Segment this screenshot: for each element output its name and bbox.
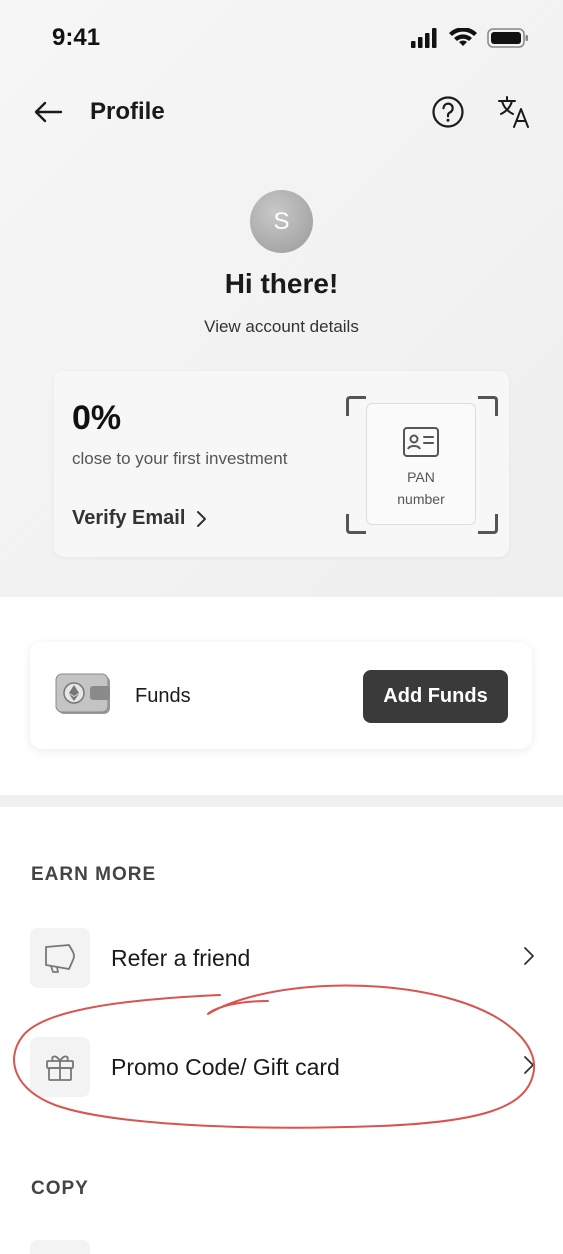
view-account-details-link[interactable]: View account details — [0, 317, 563, 337]
status-bar: 9:41 — [0, 0, 563, 80]
add-funds-button[interactable]: Add Funds — [363, 670, 508, 723]
wifi-icon — [449, 28, 477, 46]
app-header: Profile — [0, 88, 563, 138]
earn-more-heading: EARN MORE — [31, 864, 157, 885]
id-card-icon — [403, 427, 439, 457]
chevron-right-icon — [524, 1056, 534, 1074]
row-icon-container — [30, 928, 90, 988]
gift-icon — [46, 1055, 74, 1081]
translate-icon — [498, 96, 529, 128]
chevron-right-icon — [197, 510, 207, 527]
status-time: 9:41 — [52, 24, 101, 51]
row-icon-container — [30, 1037, 90, 1097]
megaphone-icon — [45, 944, 75, 973]
funds-card: Funds Add Funds — [30, 642, 532, 749]
section-divider — [0, 795, 563, 807]
refer-friend-item[interactable]: Refer a friend — [30, 928, 535, 990]
promo-code-item[interactable]: Promo Code/ Gift card — [30, 1037, 535, 1099]
back-button[interactable] — [30, 94, 66, 130]
help-button[interactable] — [430, 94, 466, 130]
scan-corner — [478, 514, 498, 534]
signal-icon — [411, 28, 437, 48]
scan-corner — [478, 396, 498, 416]
avatar[interactable]: S — [250, 190, 313, 253]
help-icon — [432, 96, 464, 128]
scan-corner — [346, 514, 366, 534]
battery-icon — [487, 28, 528, 48]
copy-heading: COPY — [31, 1178, 89, 1199]
funds-label: Funds — [135, 685, 191, 707]
verify-email-link[interactable]: Verify Email — [72, 507, 207, 530]
scan-corner — [346, 396, 366, 416]
row-icon-container — [30, 1240, 90, 1254]
pan-scan-frame[interactable]: PAN number — [346, 396, 498, 534]
status-icons — [411, 28, 529, 48]
page-title: Profile — [90, 98, 165, 125]
verify-email-label: Verify Email — [72, 507, 186, 529]
promo-code-label: Promo Code/ Gift card — [111, 1054, 340, 1080]
language-button[interactable] — [496, 94, 532, 130]
progress-percent: 0% — [72, 399, 122, 437]
progress-subtitle: close to your first investment — [72, 449, 288, 468]
onboarding-progress-card: 0% close to your first investment Verify… — [54, 371, 509, 557]
refer-friend-label: Refer a friend — [111, 945, 251, 971]
greeting: Hi there! — [224, 268, 339, 299]
arrow-left-icon — [34, 101, 63, 123]
avatar-initial: S — [273, 207, 290, 235]
chevron-right-icon — [524, 947, 534, 965]
pan-label: PAN number — [397, 469, 445, 507]
pan-card: PAN number — [366, 403, 476, 525]
wallet-icon — [55, 673, 110, 714]
